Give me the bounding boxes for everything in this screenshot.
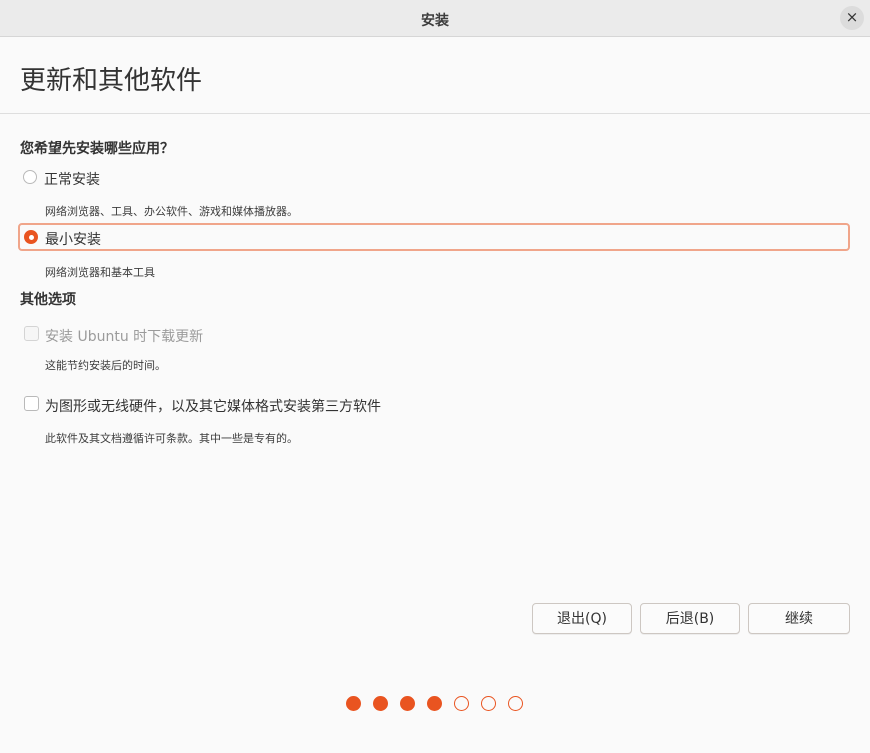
title-bar: 安装 × xyxy=(0,0,870,37)
back-button[interactable]: 后退(B) xyxy=(640,603,740,634)
progress-dot-7 xyxy=(508,696,523,711)
minimal-install-radio[interactable] xyxy=(24,230,38,244)
third-party-software-label[interactable]: 为图形或无线硬件，以及其它媒体格式安装第三方软件 xyxy=(45,396,381,416)
progress-dot-4 xyxy=(427,696,442,711)
window-title: 安装 xyxy=(421,13,449,29)
third-party-software-description: 此软件及其文档遵循许可条款。其中一些是专有的。 xyxy=(45,432,298,445)
progress-dot-6 xyxy=(481,696,496,711)
third-party-software-checkbox[interactable] xyxy=(24,396,39,411)
progress-dot-5 xyxy=(454,696,469,711)
minimal-install-option[interactable]: 最小安装 xyxy=(18,223,850,251)
install-type-question: 您希望先安装哪些应用？ xyxy=(20,141,174,157)
download-updates-description: 这能节约安装后的时间。 xyxy=(45,359,166,372)
download-updates-checkbox[interactable] xyxy=(24,326,39,341)
progress-dot-3 xyxy=(400,696,415,711)
minimal-install-label: 最小安装 xyxy=(45,232,101,248)
normal-install-description: 网络浏览器、工具、办公软件、游戏和媒体播放器。 xyxy=(45,205,298,218)
page-title: 更新和其他软件 xyxy=(20,66,203,96)
close-icon: × xyxy=(845,8,859,26)
quit-button[interactable]: 退出(Q) xyxy=(532,603,632,634)
continue-button[interactable]: 继续 xyxy=(748,603,850,634)
other-options-heading: 其他选项 xyxy=(20,292,76,308)
close-button[interactable]: × xyxy=(840,6,864,30)
minimal-install-description: 网络浏览器和基本工具 xyxy=(45,266,155,279)
normal-install-option[interactable]: 正常安装 xyxy=(18,164,850,192)
header-divider xyxy=(0,113,870,114)
progress-dot-1 xyxy=(346,696,361,711)
normal-install-radio[interactable] xyxy=(23,170,37,184)
normal-install-label: 正常安装 xyxy=(44,172,100,188)
progress-dot-2 xyxy=(373,696,388,711)
download-updates-label[interactable]: 安装 Ubuntu 时下载更新 xyxy=(45,326,203,346)
